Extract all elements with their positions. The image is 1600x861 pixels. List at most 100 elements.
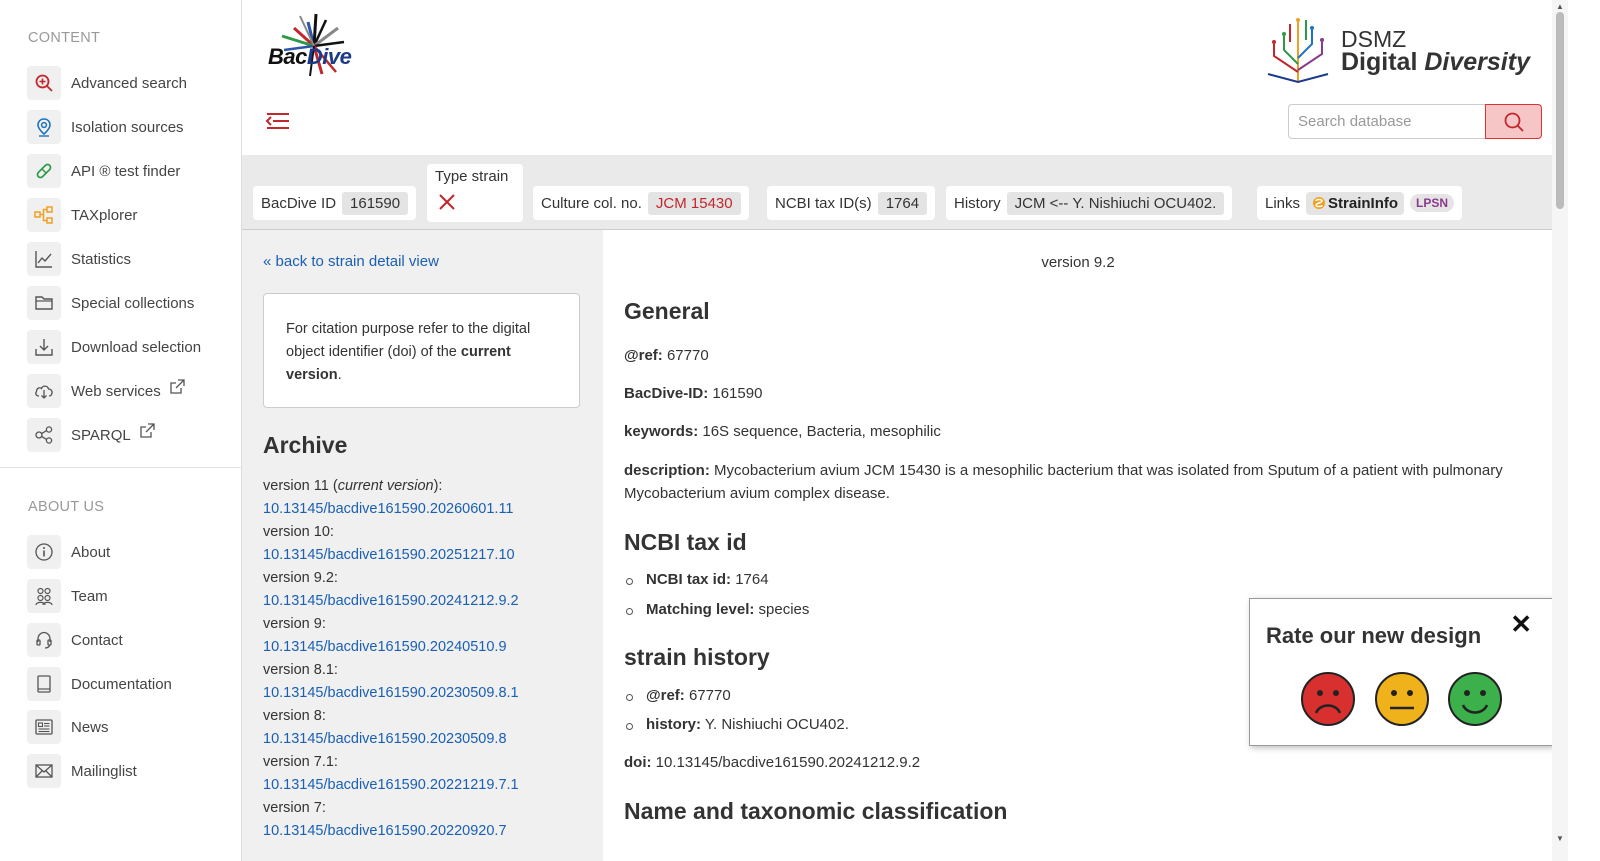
sidebar-item-mailinglist[interactable]: Mailinglist [27,754,137,788]
straininfo-link[interactable]: StrainInfo [1306,191,1405,215]
field-value: 1764 [735,571,769,588]
happy-face-icon[interactable] [1447,671,1503,727]
search-button[interactable] [1485,104,1542,139]
location-pin-icon [27,110,61,144]
scroll-down-icon[interactable]: ▼ [1556,834,1564,843]
field-bacdive-id: BacDive-ID: 161590 [624,382,1524,405]
book-icon [27,667,61,701]
section-title-general: General [624,298,710,324]
lpsn-link[interactable]: LPSN [1410,194,1455,212]
straininfo-logo-icon [1313,197,1326,209]
tree-icon [27,198,61,232]
back-to-strain-link[interactable]: « back to strain detail view [263,253,439,270]
sidebar-item-label: Mailinglist [71,762,137,780]
sidebar-item-label: TAXplorer [71,206,138,224]
archive-version: version 9.2: [263,570,338,586]
sidebar-item-contact[interactable]: Contact [27,623,123,657]
archive-doi-link[interactable]: 10.13145/bacdive161590.20251217.10 [263,544,593,567]
sidebar-item-news[interactable]: News [27,710,109,744]
sidebar-item-statistics[interactable]: Statistics [27,242,131,276]
sidebar-item-documentation[interactable]: Documentation [27,667,172,701]
share-nodes-icon [27,418,61,452]
search-bar [1288,104,1542,139]
version-label: version 11 ( [263,478,338,494]
archive-title: Archive [263,432,348,458]
field-value: 161590 [712,385,763,402]
sidebar-item-about[interactable]: About [27,535,110,569]
dsmz-sub-digital: Digital [1341,48,1418,76]
sidebar-heading-content: CONTENT [28,30,101,46]
chart-line-icon [27,242,61,276]
pill-icon [27,154,61,188]
type-strain-label: Type strain [435,168,509,185]
archive-doi-link[interactable]: 10.13145/bacdive161590.20260601.11 [263,498,593,521]
sidebar-item-taxplorer[interactable]: TAXplorer [27,198,137,232]
archive-doi-link[interactable]: 10.13145/bacdive161590.20240510.9 [263,636,593,659]
field-label: description: [624,462,710,479]
archive-doi-link[interactable]: 10.13145/bacdive161590.20230509.8 [263,728,593,751]
page-scrollbar[interactable]: ▲ ▼ [1552,0,1568,861]
sidebar-item-label: Statistics [71,250,132,268]
dsmz-logo-icon[interactable] [1262,14,1334,86]
sidebar-item-label: Contact [71,631,123,649]
list-item: @ref: 67770 [626,687,731,704]
archive-version: version 7: [263,800,326,816]
sad-face-icon[interactable] [1300,671,1356,727]
field-keywords: keywords: 16S sequence, Bacteria, mesoph… [624,420,1524,443]
sidebar-item-label: Web services [71,382,161,400]
culture-value-link[interactable]: JCM 15430 [647,191,741,215]
field-label: keywords: [624,423,699,440]
bacdive-id-value: 161590 [342,191,409,215]
current-version-label: current version [337,478,434,494]
section-title-strain-history: strain history [624,644,770,670]
archive-version: version 11 (current version): [263,475,593,498]
logo-dive: Dive [306,44,352,69]
links-label: Links [1265,194,1301,212]
history-chip: History JCM <-- Y. Nishiuchi OCU402. [946,186,1233,220]
search-plus-icon [27,66,61,100]
field-value: 67770 [666,347,709,364]
cross-icon [439,194,455,210]
sidebar-item-web-services[interactable]: Web services [27,374,186,408]
sidebar-item-download-selection[interactable]: Download selection [27,330,201,364]
archive-doi-link[interactable]: 10.13145/bacdive161590.20241212.9.2 [263,590,593,613]
archive-doi-link[interactable]: 10.13145/bacdive161590.20221219.7.1 [263,774,593,797]
search-input[interactable] [1288,104,1485,139]
folder-icon [27,286,61,320]
field-value: 67770 [688,687,731,704]
type-strain-chip: Type strain [427,164,523,222]
bacdive-id-chip: BacDive ID 161590 [253,186,417,220]
dsmz-subtitle: Digital Diversity [1341,48,1530,77]
culture-collection-chip: Culture col. no. JCM 15430 [533,186,749,220]
archive-doi-link[interactable]: 10.13145/bacdive161590.20230509.8.1 [263,682,593,705]
field-value: 10.13145/bacdive161590.20241212.9.2 [655,754,921,771]
sidebar-item-advanced-search[interactable]: Advanced search [27,66,187,100]
neutral-face-icon[interactable] [1374,671,1430,727]
sidebar-item-sparql[interactable]: SPARQL [27,418,156,452]
close-icon[interactable]: ✕ [1510,609,1532,640]
sidebar-item-api-test-finder[interactable]: API ® test finder [27,154,180,188]
field-value: 16S sequence, Bacteria, mesophilic [702,423,941,440]
archive-list: version 11 (current version): 10.13145/b… [263,475,593,843]
sidebar-item-isolation-sources[interactable]: Isolation sources [27,110,184,144]
menu-collapse-icon[interactable] [265,108,291,134]
scroll-up-icon[interactable]: ▲ [1556,2,1564,11]
archive-version: version 7.1: [263,754,338,770]
archive-version: version 8: [263,708,326,724]
sidebar-divider [0,467,241,468]
scroll-thumb[interactable] [1556,12,1564,209]
team-icon [27,579,61,613]
logo-bac: Bac [268,44,307,69]
history-value: JCM <-- Y. Nishiuchi OCU402. [1006,191,1225,215]
headset-icon [27,623,61,657]
sidebar-item-special-collections[interactable]: Special collections [27,286,194,320]
strain-info-bar: BacDive ID 161590 Type strain Culture co… [242,155,1552,230]
archive-doi-link[interactable]: 10.13145/bacdive161590.20220920.7 [263,820,593,843]
archive-version: version 10: [263,524,334,540]
list-item: NCBI tax id: 1764 [626,571,769,588]
field-value: Mycobacterium avium JCM 15430 is a mesop… [624,462,1503,502]
sidebar-item-team[interactable]: Team [27,579,108,613]
external-link-icon [170,378,185,394]
field-value: species [758,601,810,618]
sidebar-item-label: Team [71,587,108,605]
